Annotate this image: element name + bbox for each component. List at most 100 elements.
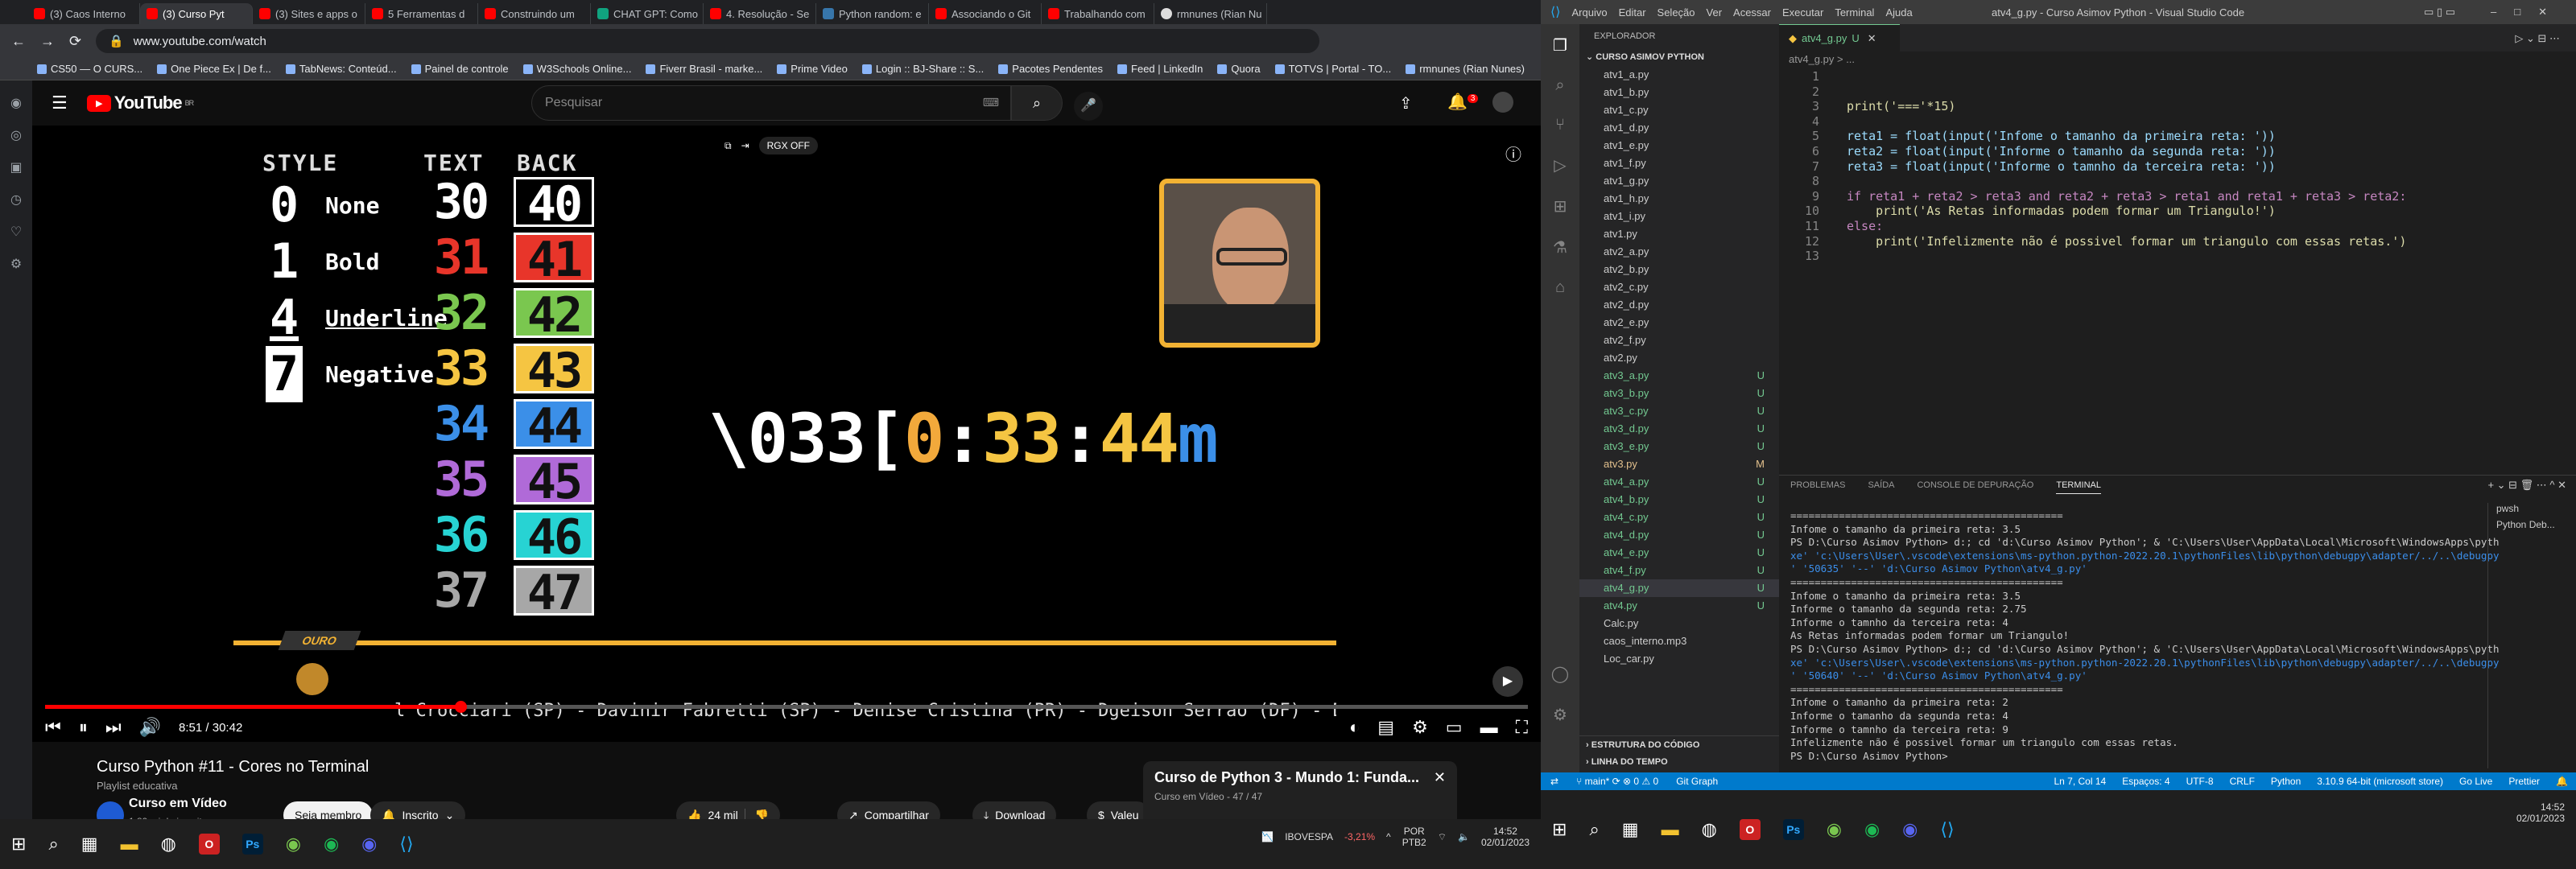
layout-icons[interactable]: ▭ ▯ ▭ (2424, 6, 2455, 19)
play-next-icon[interactable]: ▶ (1492, 666, 1523, 697)
video-player[interactable]: ⧉ ⇥ RGX OFF STYLE TEXT BACK 0 None 1 Bold 4 U… (32, 126, 1541, 742)
file-item[interactable]: caos_interno.mp3 (1579, 632, 1779, 650)
file-item[interactable]: atv2_b.py (1579, 261, 1779, 278)
menu-item[interactable]: Executar (1782, 6, 1823, 19)
volume-icon[interactable]: 🔊 (139, 717, 161, 738)
file-item[interactable]: atv2.py (1579, 349, 1779, 367)
file-explorer-icon[interactable]: ▬ (121, 834, 138, 855)
browser-tab[interactable]: CHAT GPT: Como (591, 3, 704, 24)
captions-icon[interactable]: ▤ (1377, 717, 1394, 738)
panel-tab[interactable]: SAÍDA (1868, 480, 1894, 494)
file-item[interactable]: atv1_b.py (1579, 84, 1779, 101)
menu-item[interactable]: Seleção (1657, 6, 1695, 19)
browser-tab[interactable]: Python random: e (816, 3, 929, 24)
tab-close-icon[interactable]: ✕ (1868, 32, 1876, 45)
bookmark-item[interactable]: Login :: BJ-Share :: S... (861, 63, 984, 75)
code-line[interactable]: 4 (1779, 114, 2576, 130)
code-line[interactable]: 1 (1779, 69, 2576, 84)
file-item[interactable]: atv4_c.py U (1579, 509, 1779, 526)
file-item[interactable]: atv3_b.py U (1579, 385, 1779, 402)
file-item[interactable]: atv4.py U (1579, 597, 1779, 615)
project-folder[interactable]: ⌄ CURSO ASIMOV PYTHON (1579, 48, 1779, 66)
menu-item[interactable]: Arquivo (1571, 6, 1607, 19)
playlist-card[interactable]: Curso de Python 3 - Mundo 1: Funda... Cu… (1143, 761, 1457, 821)
bookmark-item[interactable]: Prime Video (777, 63, 848, 75)
panel-tab[interactable]: CONSOLE DE DEPURAÇÃO (1917, 480, 2033, 494)
code-line[interactable]: 3 print('==='*15) (1779, 99, 2576, 114)
test-icon[interactable]: ⚗ (1553, 237, 1567, 257)
file-item[interactable]: atv1.py (1579, 225, 1779, 243)
manage-gear-icon[interactable]: ⚙ (1553, 705, 1567, 725)
steam-icon-2[interactable]: ◍ (1702, 819, 1717, 840)
search-activity-icon[interactable]: ⌕ (1555, 76, 1564, 95)
browser-tab[interactable]: Associando o Git (929, 3, 1042, 24)
run-debug-icon[interactable]: ▷ (1554, 155, 1566, 175)
heart-icon[interactable]: ♡ (10, 224, 22, 240)
file-item[interactable]: atv3_d.py U (1579, 420, 1779, 438)
file-item[interactable]: atv1_f.py (1579, 154, 1779, 172)
info-icon[interactable]: ⓘ (1505, 142, 1521, 165)
windows-start-icon-2[interactable]: ⊞ (1552, 819, 1567, 840)
next-icon[interactable]: ⏭ (105, 717, 122, 738)
reload-icon[interactable]: ⟳ (69, 33, 81, 50)
git-graph-status[interactable]: Git Graph (1676, 776, 1718, 787)
close-icon[interactable]: ✕ (1434, 769, 1446, 786)
browser-tab[interactable]: (3) Caos Interno (27, 3, 140, 24)
menu-item[interactable]: Ajuda (1885, 6, 1912, 19)
bookmark-item[interactable]: Fiverr Brasil - marke... (646, 63, 762, 75)
exit-icon[interactable]: ⇥ (741, 140, 749, 151)
terminal-output[interactable]: ========================================… (1790, 509, 2499, 763)
go-live-status[interactable]: Go Live (2459, 776, 2492, 787)
messenger-icon[interactable]: ◎ (10, 127, 22, 143)
editor[interactable]: ◆ atv4_g.py U ✕ ▷ ⌄ ⊟ ⋯ atv4_g.py > ... 123… (1779, 24, 2576, 475)
notifications-icon[interactable]: 🔔 3 (1447, 92, 1479, 112)
search-taskbar-icon-2[interactable]: ⌕ (1589, 819, 1599, 840)
file-item[interactable]: atv2_d.py (1579, 296, 1779, 314)
file-item[interactable]: atv4_g.py U (1579, 579, 1779, 597)
language-status[interactable]: Python (2271, 776, 2301, 787)
account-icon[interactable]: ◯ (1551, 664, 1569, 684)
menu-item[interactable]: Ver (1707, 6, 1723, 19)
file-item[interactable]: atv1_e.py (1579, 137, 1779, 154)
account-avatar[interactable] (1492, 92, 1513, 113)
prettier-status[interactable]: Prettier (2508, 776, 2540, 787)
photoshop-icon[interactable]: Ps (242, 834, 263, 855)
menu-item[interactable]: Editar (1619, 6, 1646, 19)
omnibox[interactable]: 🔒 www.youtube.com/watch (96, 29, 1320, 53)
source-control-icon[interactable]: ⑂ (1555, 116, 1565, 134)
discord-icon-2[interactable]: ◉ (1902, 819, 1918, 840)
code-line[interactable]: 7 reta3 = float(input('Informe o tamnho d… (1779, 159, 2576, 175)
pause-icon[interactable]: ⏸ (79, 717, 88, 738)
browser-tab[interactable]: 4. Resolução - Se (704, 3, 816, 24)
code-line[interactable]: 6 reta2 = float(input('Informe o tamanho … (1779, 144, 2576, 159)
file-item[interactable]: atv4_e.py U (1579, 544, 1779, 562)
browser-tab[interactable]: 5 Ferramentas d (365, 3, 478, 24)
opera-icon-2[interactable]: O (1739, 819, 1761, 840)
interpreter-status[interactable]: 3.10.9 64-bit (microsoft store) (2317, 776, 2443, 787)
editor-tab[interactable]: ◆ atv4_g.py U ✕ (1779, 24, 1900, 51)
breadcrumb[interactable]: atv4_g.py > ... (1789, 53, 1855, 65)
menu-icon[interactable]: ☰ (52, 93, 68, 113)
terminal-instance[interactable]: Python Deb... (2496, 519, 2576, 530)
bookmark-item[interactable]: W3Schools Online... (522, 63, 631, 75)
bookmark-item[interactable]: Pacotes Pendentes (998, 63, 1103, 75)
whatsapp-icon[interactable]: ◉ (10, 95, 22, 111)
bookmark-item[interactable]: One Piece Ex | De f... (157, 63, 271, 75)
search-taskbar-icon[interactable]: ⌕ (48, 834, 58, 855)
upload-icon[interactable]: ⇪ (1399, 93, 1413, 113)
task-view-icon-2[interactable]: ▦ (1622, 819, 1639, 840)
file-item[interactable]: atv2_e.py (1579, 314, 1779, 332)
code-line[interactable]: 2 (1779, 84, 2576, 100)
code-line[interactable]: 8 (1779, 174, 2576, 189)
bookmark-item[interactable]: CS50 — O CURS... (37, 63, 142, 75)
search-button[interactable]: ⌕ (1011, 85, 1063, 121)
settings-gear-icon[interactable]: ⚙ (1412, 717, 1428, 738)
forward-icon[interactable]: → (40, 33, 55, 50)
miniplayer-icon[interactable]: ▭ (1446, 717, 1463, 738)
file-item[interactable]: Loc_car.py (1579, 650, 1779, 668)
windows-start-icon[interactable]: ⊞ (11, 834, 26, 855)
browser-tab[interactable]: (3) Curso Pyt (140, 3, 253, 24)
spotify-icon-2[interactable]: ◉ (1864, 819, 1880, 840)
panel-tab[interactable]: PROBLEMAS (1790, 480, 1845, 494)
code-lines[interactable]: 1 2 3 print('==='*15) 4 5 reta1 = float(input(… (1779, 69, 2576, 264)
